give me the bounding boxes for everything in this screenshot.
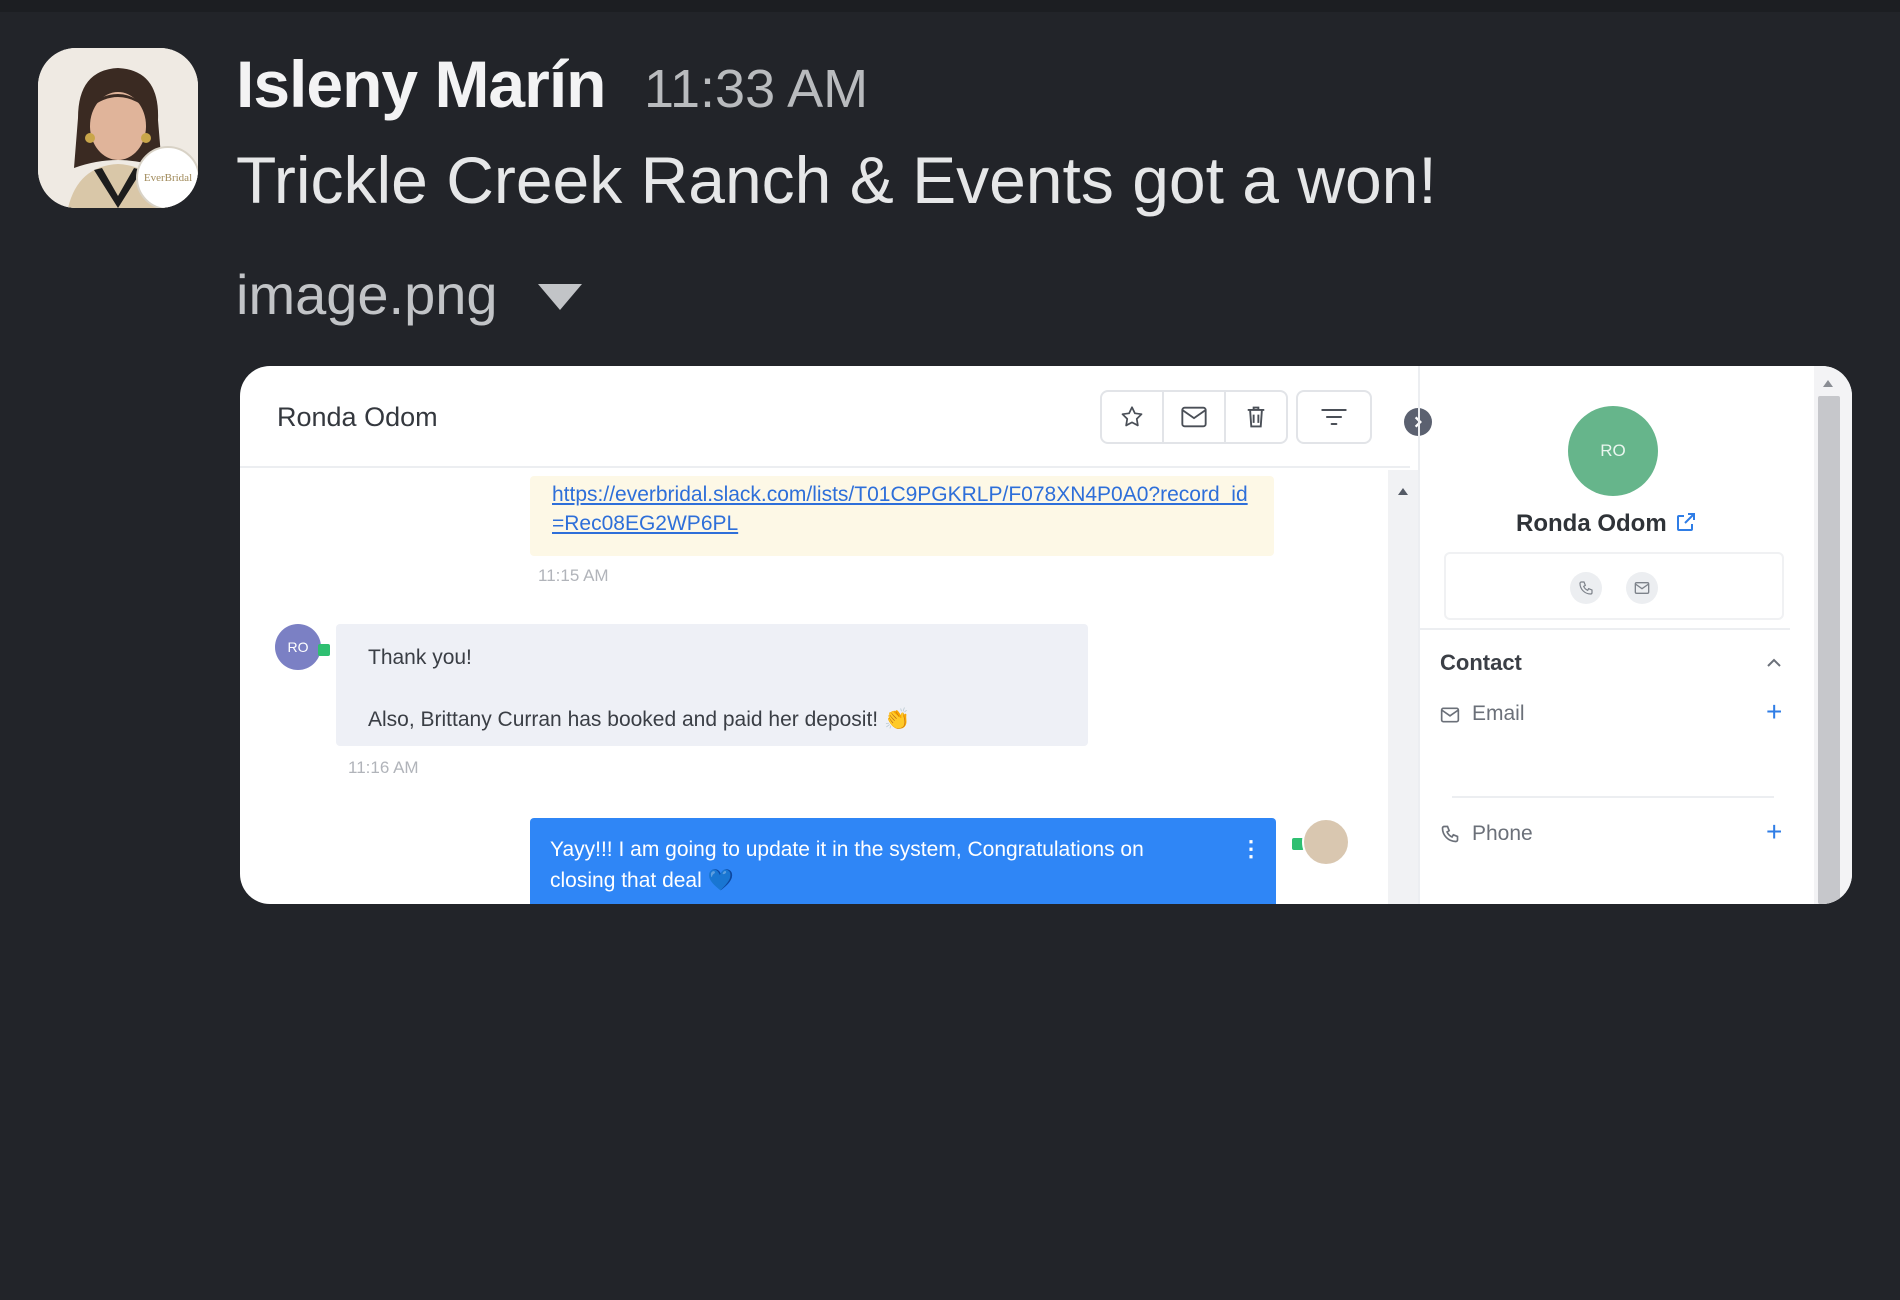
star-icon [1121,406,1143,427]
contact-avatar-large: RO [1568,406,1658,496]
message-time: 11:15 AM [538,566,609,585]
incoming-message-line: Thank you! [368,646,472,669]
contact-avatar-small[interactable]: RO [275,624,321,670]
mail-icon [1181,406,1207,428]
email-field-label: Email [1472,702,1525,725]
phone-icon [1579,581,1593,595]
sender-name[interactable]: Isleny Marín [236,46,606,122]
sidebar-contact-name: Ronda Odom [1516,510,1667,537]
add-email-button[interactable]: + [1766,696,1782,728]
scrollbar-thumb[interactable] [1818,396,1840,904]
phone-field-label: Phone [1472,822,1533,845]
field-divider [1452,796,1774,798]
mail-icon [1440,706,1460,729]
phone-icon [1440,824,1460,849]
record-link[interactable]: https://everbridal.slack.com/lists/T01C9… [552,480,1252,538]
star-button[interactable] [1100,390,1164,444]
online-status-icon [318,644,330,656]
mail-button[interactable] [1162,390,1226,444]
message-text: Trickle Creek Ranch & Events got a won! [236,143,1437,217]
chat-scrollbar[interactable] [1388,470,1418,904]
message-time: 11:16 AM [348,758,419,777]
incoming-message-line: Also, Brittany Curran has booked and pai… [368,708,911,731]
add-phone-button[interactable]: + [1766,816,1782,848]
call-button[interactable] [1570,572,1602,604]
message-timestamp[interactable]: 11:33 AM [644,58,868,120]
sender-avatar[interactable]: EverBridal [38,48,198,208]
avatar-initials: RO [1600,441,1626,460]
top-strip [0,0,1900,12]
user-avatar-small[interactable] [1302,818,1350,866]
more-options-icon[interactable]: ⋮ [1240,836,1262,862]
sidebar-divider [1418,366,1420,904]
section-divider [1420,628,1790,630]
attached-screenshot[interactable]: Ronda Odom https://everbridal.slack.com/… [240,366,1852,904]
attachment-name[interactable]: image.png [236,262,498,327]
brand-badge: EverBridal [136,146,198,208]
mail-icon [1634,582,1650,594]
badge-text: EverBridal [143,172,193,184]
contact-section-title[interactable]: Contact [1440,650,1522,676]
outgoing-message-text: Yayy!!! I am going to update it in the s… [550,838,1144,892]
scroll-up-arrow-icon[interactable] [1398,488,1408,495]
attachment-collapse-caret-icon[interactable] [538,284,582,310]
filter-button[interactable] [1296,390,1372,444]
external-link-icon[interactable] [1674,510,1698,539]
filter-icon [1321,408,1347,426]
delete-button[interactable] [1224,390,1288,444]
email-button[interactable] [1626,572,1658,604]
trash-icon [1247,406,1265,428]
chevron-up-icon[interactable] [1766,656,1782,674]
avatar-initials: RO [287,639,309,655]
chat-contact-name: Ronda Odom [277,402,438,432]
quick-actions-card [1444,552,1784,620]
scroll-up-arrow-icon[interactable] [1823,380,1833,387]
